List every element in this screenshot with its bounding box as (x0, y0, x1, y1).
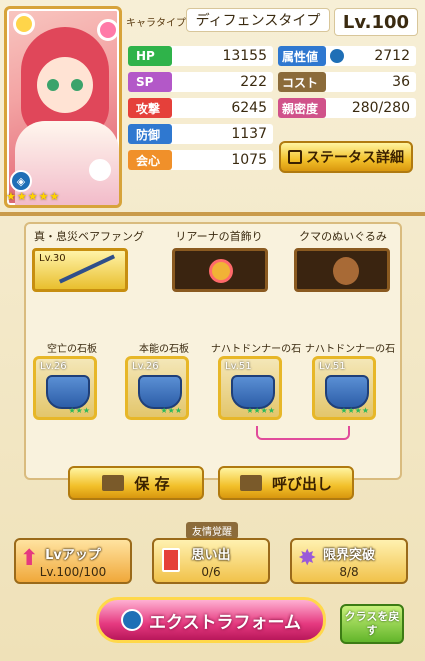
star-icon: ★★★★ (246, 406, 275, 415)
stat-value: 36 (392, 74, 410, 90)
stat-label: 属性値 (278, 46, 326, 66)
stat-label: 会心 (128, 150, 172, 170)
star-icon: ★★★ (160, 406, 182, 415)
load-button[interactable]: 呼び出し (218, 466, 354, 500)
star-icon: ★ (27, 190, 38, 203)
weapon-title: 真・息災ベアファング (34, 230, 144, 243)
divider (0, 212, 425, 216)
save-button[interactable]: 保 存 (68, 466, 204, 500)
accessory-slot[interactable] (172, 248, 268, 292)
spear-icon (58, 254, 116, 284)
stat-critical: 会心 1075 (128, 150, 273, 170)
stat-attack: 攻撃 6245 (128, 98, 273, 118)
stat-attribute: 属性値 2712 (278, 46, 416, 66)
status-detail-button[interactable]: ステータス詳細 (279, 141, 413, 173)
stat-label: 攻撃 (128, 98, 172, 118)
item-slot[interactable] (294, 248, 390, 292)
stone-tablet-icon (325, 375, 369, 409)
up-arrow-icon: ⬆ (20, 546, 39, 571)
tablet-title: 本能の石板 (139, 344, 189, 355)
save-label: 保 存 (134, 474, 170, 493)
stone-tablet-icon (231, 375, 275, 409)
tablet-level: Lv.51 (225, 361, 252, 372)
tablet-level: Lv.51 (319, 361, 346, 372)
stat-label: HP (128, 46, 172, 66)
tablet-title: 空亡の石板 (47, 344, 97, 355)
bear-icon (333, 257, 359, 285)
level-value: Lv.100 (334, 8, 418, 36)
tablet-slot[interactable]: Lv.26 ★★★ (125, 356, 189, 420)
friend-awakening-label: 友情覚醒 (186, 522, 238, 539)
weapon-level: Lv.30 (39, 253, 66, 264)
type-label: キャラタイプ (126, 18, 186, 29)
tablet-slot[interactable]: Lv.51 ★★★★ (312, 356, 376, 420)
extra-form-label: エクストラフォーム (149, 612, 301, 633)
star-icon: ★ (6, 190, 16, 203)
extra-form-button[interactable]: エクストラフォーム (96, 597, 326, 643)
card-icon (162, 548, 180, 572)
load-icon (239, 475, 262, 491)
stat-hp: HP 13155 (128, 46, 273, 66)
item-title: クマのぬいぐるみ (299, 230, 387, 243)
save-icon (102, 475, 125, 491)
tablet-slot[interactable]: Lv.26 ★★★ (33, 356, 97, 420)
stat-intimacy: 親密度 280/280 (278, 98, 416, 118)
tablet-level: Lv.26 (40, 361, 67, 372)
star-icon: ★★★ (68, 406, 90, 415)
stat-defense: 防御 1137 (128, 124, 273, 144)
star-icon: ★ (49, 190, 60, 203)
star-icon: ★ (38, 190, 49, 203)
stone-tablet-icon (138, 375, 182, 409)
accessory-title: リアーナの首飾り (175, 230, 263, 243)
stat-label: 親密度 (278, 98, 326, 118)
star-icon: ★★★★ (340, 406, 369, 415)
stat-label: コスト (278, 72, 326, 92)
class-back-button[interactable]: クラスを戻す (340, 604, 404, 644)
character-detail-screen: ◈ ★ ★ ★ ★ ★ キャラタイプ ディフェンスタイプ Lv.100 HP 13155… (0, 0, 425, 661)
stat-sp: SP 222 (128, 72, 273, 92)
tablet-link-bracket (256, 426, 350, 440)
water-element-icon: ◈ (10, 170, 32, 192)
tablet-level: Lv.26 (132, 361, 159, 372)
lvup-button[interactable]: ⬆ Lvアップ Lv.100/100 (14, 538, 132, 584)
load-label: 呼び出し (271, 474, 332, 493)
weapon-slot[interactable]: Lv.30 (32, 248, 128, 292)
stat-value: 222 (240, 74, 267, 90)
stat-label: SP (128, 72, 172, 92)
stat-value: 1075 (231, 152, 267, 168)
stat-value: 2712 (374, 48, 410, 64)
tablet-slot[interactable]: Lv.51 ★★★★ (218, 356, 282, 420)
stat-value: 13155 (222, 48, 267, 64)
stat-label: 防御 (128, 124, 172, 144)
stat-value: 6245 (231, 100, 267, 116)
water-element-icon (121, 609, 143, 631)
stat-value: 280/280 (351, 100, 410, 116)
stone-tablet-icon (46, 375, 90, 409)
necklace-icon (209, 259, 233, 283)
star-burst-icon: ✸ (298, 546, 317, 571)
type-value: ディフェンスタイプ (186, 8, 330, 32)
star-icon: ★ (16, 190, 27, 203)
stat-value: 1137 (231, 126, 267, 142)
water-element-icon (330, 49, 344, 63)
stat-cost: コスト 36 (278, 72, 416, 92)
status-detail-label: ステータス詳細 (306, 150, 404, 166)
list-icon (288, 150, 302, 164)
rarity-stars: ★ ★ ★ ★ ★ (6, 190, 59, 203)
limit-break-button[interactable]: ✸ 限界突破 8/8 (290, 538, 408, 584)
memory-button[interactable]: 思い出 0/6 (152, 538, 270, 584)
